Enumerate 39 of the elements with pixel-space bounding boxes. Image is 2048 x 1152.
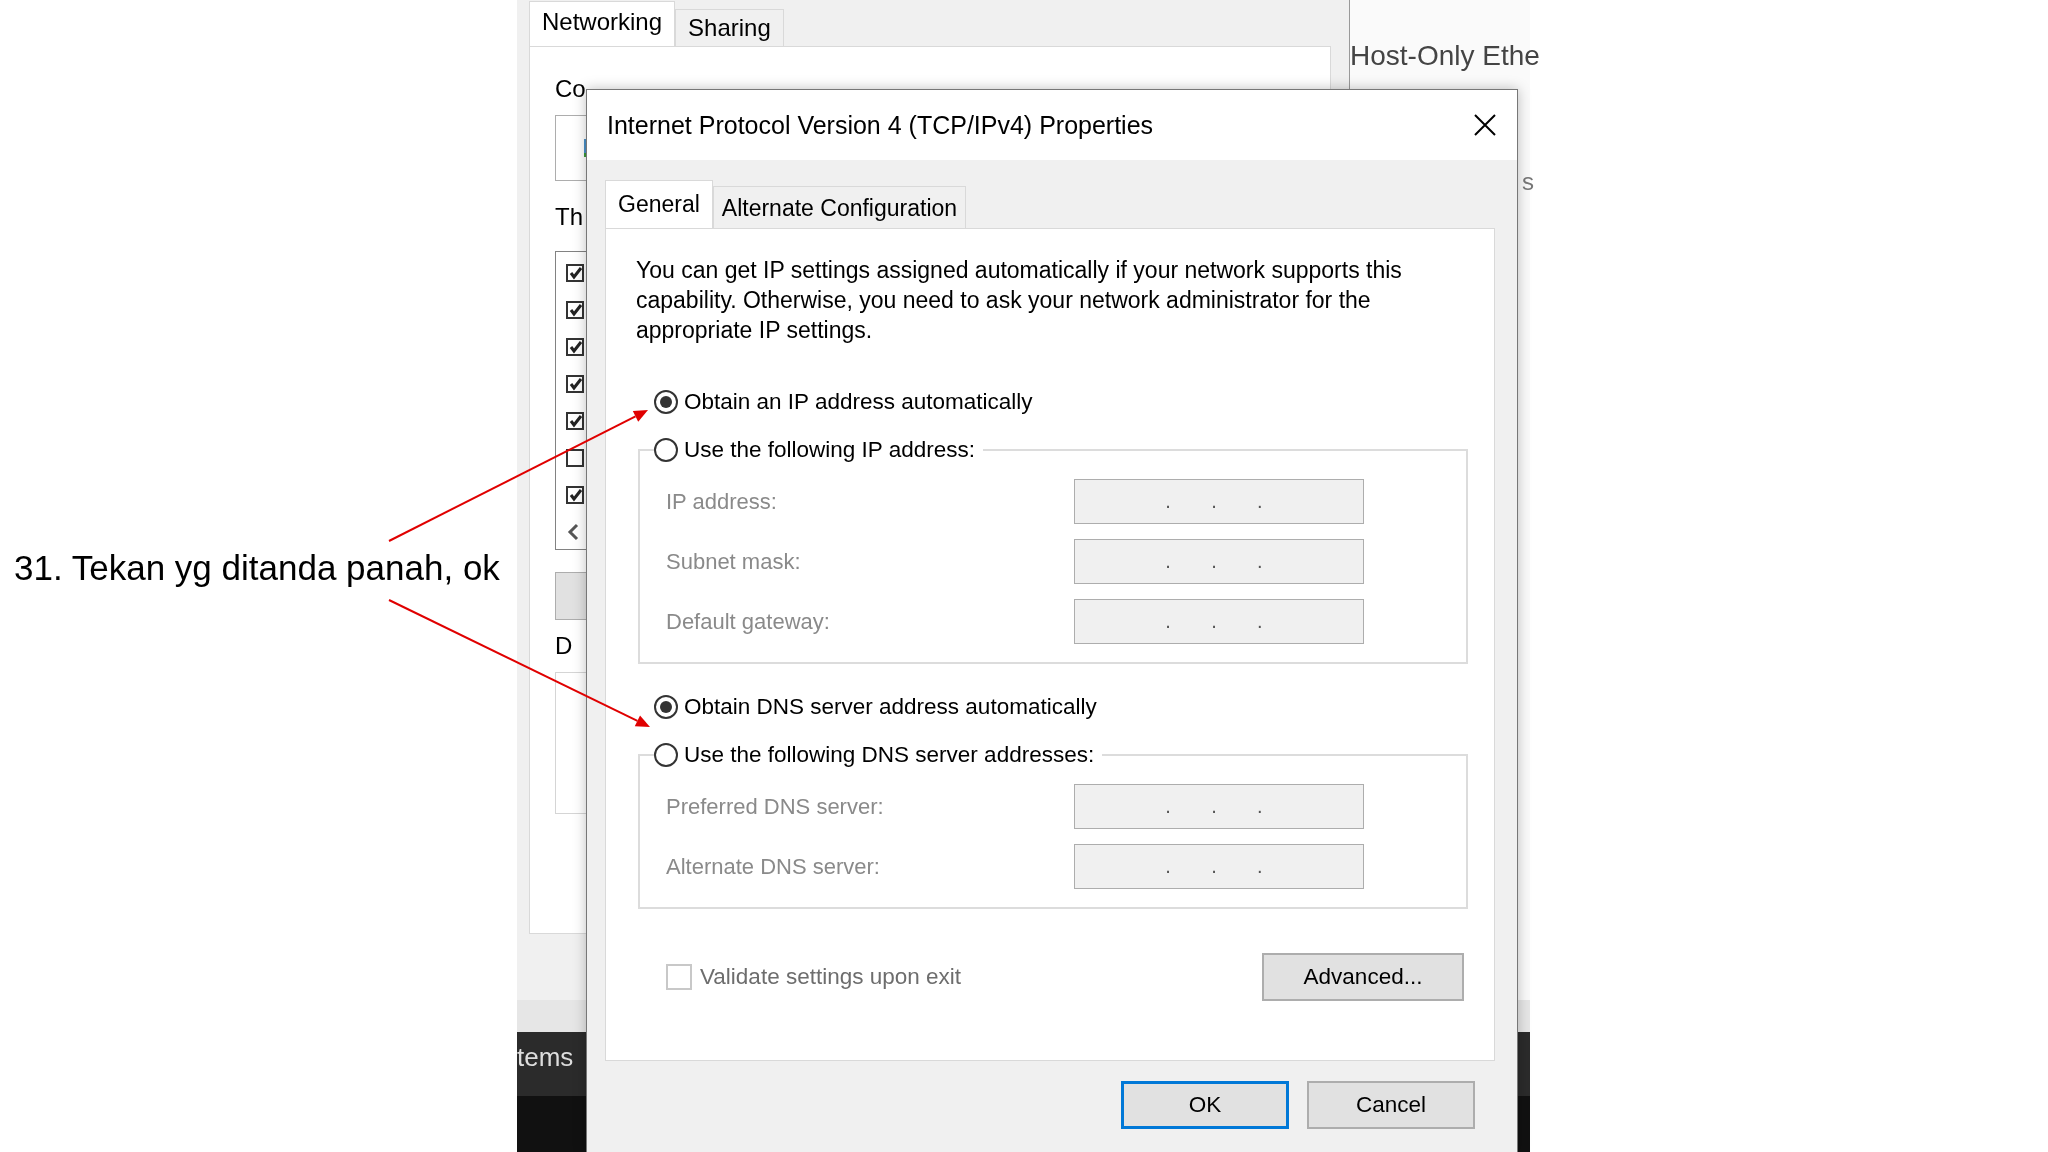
checkbox[interactable] — [566, 375, 584, 393]
list-label: Th — [555, 203, 583, 231]
option-label: Obtain DNS server address automatically — [684, 694, 1097, 720]
field-label: Default gateway: — [666, 608, 830, 635]
partial-text: s — [1522, 168, 1534, 196]
checkbox[interactable] — [566, 338, 584, 356]
field-label: Alternate DNS server: — [666, 853, 880, 880]
option-label: Use the following IP address: — [684, 437, 975, 463]
checkbox[interactable] — [566, 301, 584, 319]
field-label: Co — [555, 75, 586, 103]
radio-button[interactable] — [654, 695, 678, 719]
field-label: Subnet mask: — [666, 548, 801, 575]
radio-button[interactable] — [654, 438, 678, 462]
radio-button[interactable] — [654, 743, 678, 767]
taskbar-text: tems — [517, 1042, 574, 1073]
slide-caption: 31. Tekan yg ditanda panah, ok — [14, 548, 500, 588]
scroll-left-icon[interactable] — [566, 523, 580, 541]
window-title: Internet Protocol Version 4 (TCP/IPv4) Properties — [607, 110, 1154, 140]
checkbox[interactable] — [566, 264, 584, 282]
dialog-button[interactable]: OK — [1121, 1081, 1289, 1129]
adapter-name: Host-Only Ethe — [1350, 40, 1540, 72]
option-label: Use the following DNS server addresses: — [684, 742, 1095, 768]
tab[interactable]: Sharing — [675, 9, 784, 46]
field-label: Preferred DNS server: — [666, 793, 884, 820]
checkbox[interactable] — [566, 486, 584, 504]
radio-button[interactable] — [654, 390, 678, 414]
checkbox[interactable] — [566, 449, 584, 467]
tab[interactable]: General — [605, 180, 713, 228]
checkbox[interactable] — [566, 412, 584, 430]
option-label: Obtain an IP address automatically — [684, 389, 1033, 415]
field-label: IP address: — [666, 488, 777, 515]
checkbox-label: Validate settings upon exit — [700, 964, 961, 990]
tab[interactable]: Alternate Configuration — [712, 186, 967, 228]
description-text: You can get IP settings assigned automatically if your network supports this capability. Otherwise, you need to ask your network administrator for the appropriate IP settings. — [636, 256, 1403, 345]
group-label: D — [555, 632, 573, 660]
dialog-button[interactable]: Cancel — [1307, 1081, 1475, 1129]
close-icon[interactable] — [1473, 113, 1497, 137]
tab[interactable]: Networking — [529, 1, 676, 46]
advanced-button[interactable]: Advanced... — [1262, 953, 1464, 1001]
